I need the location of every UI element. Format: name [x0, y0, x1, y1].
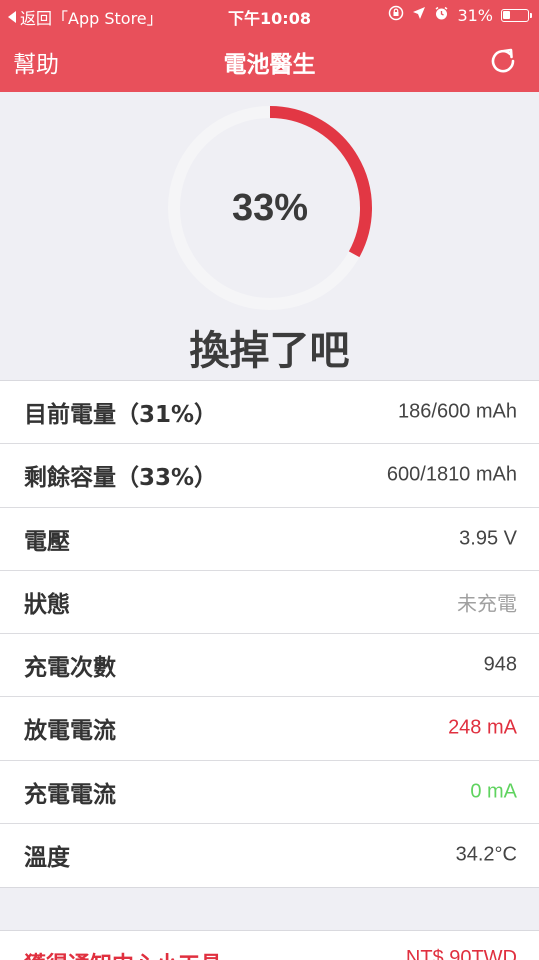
row-label: 狀態 — [24, 591, 70, 618]
row-label: 充電電流 — [24, 781, 116, 808]
app-header: 返回「App Store」 下午10:08 31% 幫助 電池醫生 — [0, 0, 539, 92]
widget-purchase-price: NT$ 90TWD — [405, 947, 517, 960]
page-title: 電池醫生 — [223, 52, 316, 78]
row-label: 溫度 — [24, 845, 70, 872]
battery-info-list: 目前電量（31%） 186/600 mAh 剩餘容量（33%） 600/1810… — [0, 380, 539, 888]
info-row-status: 狀態 未充電 — [0, 571, 539, 634]
info-row-current-charge: 目前電量（31%） 186/600 mAh — [0, 381, 539, 445]
info-row-cycle-count: 充電次數 948 — [0, 634, 539, 698]
battery-gauge-section: 33% 換掉了吧 — [0, 92, 539, 380]
row-label: 電壓 — [24, 528, 70, 555]
battery-percent: 31% — [457, 5, 493, 25]
row-label: 目前電量（31%） — [24, 402, 218, 429]
row-value: 0 mA — [470, 780, 517, 803]
orientation-lock-icon — [388, 5, 404, 25]
widget-purchase-row[interactable]: 獲得通知中心小工具 NT$ 90TWD — [0, 930, 539, 960]
battery-icon — [501, 8, 532, 22]
row-label: 剩餘容量（33%） — [24, 465, 218, 492]
row-label: 放電電流 — [24, 718, 116, 745]
info-row-temperature: 溫度 34.2°C — [0, 824, 539, 887]
status-bar: 返回「App Store」 下午10:08 31% — [0, 0, 539, 30]
battery-advice: 換掉了吧 — [189, 328, 350, 374]
info-row-charge-current: 充電電流 0 mA — [0, 761, 539, 824]
row-value: 248 mA — [448, 716, 517, 739]
info-row-voltage: 電壓 3.95 V — [0, 508, 539, 571]
battery-level-fill — [503, 10, 510, 19]
row-label: 充電次數 — [24, 655, 116, 682]
widget-purchase-title: 獲得通知中心小工具 — [24, 947, 222, 960]
refresh-button[interactable] — [489, 46, 517, 74]
row-value: 600/1810 mAh — [386, 463, 517, 486]
info-row-discharge-current: 放電電流 248 mA — [0, 697, 539, 761]
row-value: 948 — [483, 653, 517, 676]
row-value: 186/600 mAh — [398, 400, 517, 423]
alarm-icon — [434, 6, 449, 25]
info-row-remaining-capacity: 剩餘容量（33%） 600/1810 mAh — [0, 444, 539, 508]
battery-health-percent: 33% — [231, 186, 309, 229]
row-value: 3.95 V — [459, 527, 517, 550]
location-arrow-icon — [412, 6, 426, 24]
status-icons: 31% — [388, 5, 532, 25]
refresh-icon — [491, 48, 515, 73]
row-value: 未充電 — [457, 593, 517, 616]
row-value: 34.2°C — [455, 843, 517, 866]
